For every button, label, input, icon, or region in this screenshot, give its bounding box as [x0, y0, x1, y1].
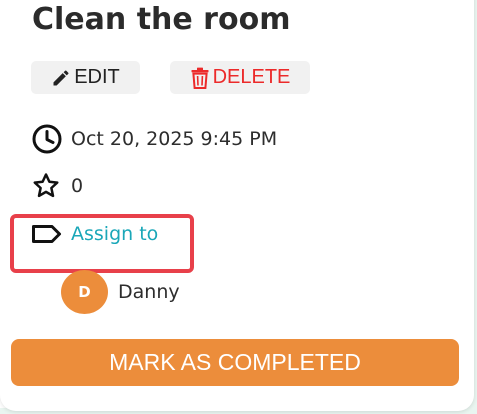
due-date-text: Oct 20, 2025 9:45 PM [71, 128, 278, 150]
delete-label: DELETE [212, 66, 291, 88]
assignee-name: Danny [118, 281, 180, 303]
avatar: D [61, 270, 108, 314]
task-detail-card: Clean the room EDIT DELETE Oct 20, 2025 … [0, 0, 474, 411]
assignee-item: D Danny [61, 270, 180, 314]
trash-icon [190, 67, 210, 89]
star-icon [31, 170, 63, 202]
edit-label: EDIT [74, 66, 120, 88]
clock-icon [31, 123, 63, 155]
stars-count: 0 [71, 175, 84, 197]
task-title: Clean the room [32, 2, 291, 37]
stars-row: 0 [31, 170, 83, 202]
mark-as-completed-button[interactable]: MARK AS COMPLETED [11, 339, 459, 386]
delete-button[interactable]: DELETE [170, 61, 310, 94]
pencil-icon [51, 68, 71, 88]
assign-highlight-box [10, 214, 194, 273]
edit-button[interactable]: EDIT [31, 61, 140, 94]
due-date-row: Oct 20, 2025 9:45 PM [31, 123, 277, 155]
